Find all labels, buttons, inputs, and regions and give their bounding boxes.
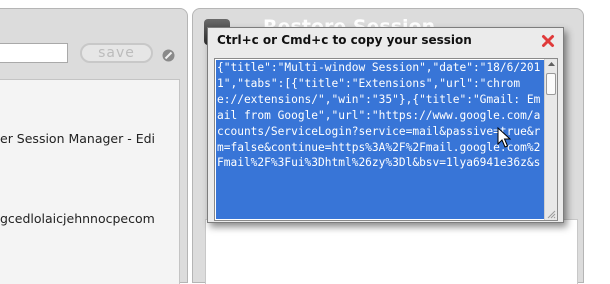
session-name-input[interactable] — [0, 43, 68, 63]
session-list-item[interactable]: er Session Manager - Edi — [0, 131, 178, 146]
scroll-thumb[interactable] — [546, 73, 556, 95]
close-icon[interactable] — [541, 34, 555, 48]
restore-content-area — [205, 219, 578, 284]
pencil-icon[interactable] — [162, 49, 175, 62]
save-button[interactable]: save — [80, 43, 153, 63]
resize-grip-icon[interactable] — [546, 209, 556, 219]
session-list-item[interactable]: gcedlolaicjehnnocpecom — [0, 211, 178, 226]
copy-session-dialog: Ctrl+c or Cmd+c to copy your session {"t… — [207, 27, 564, 223]
left-panel: save er Session Manager - Edi gcedlolaic… — [0, 8, 188, 284]
scrollbar[interactable] — [544, 59, 557, 220]
dialog-header: Ctrl+c or Cmd+c to copy your session — [217, 33, 472, 47]
session-list: er Session Manager - Edi gcedlolaicjehnn… — [0, 79, 180, 284]
scroll-up-arrow-icon[interactable] — [546, 59, 557, 70]
mouse-cursor-icon — [497, 127, 511, 148]
